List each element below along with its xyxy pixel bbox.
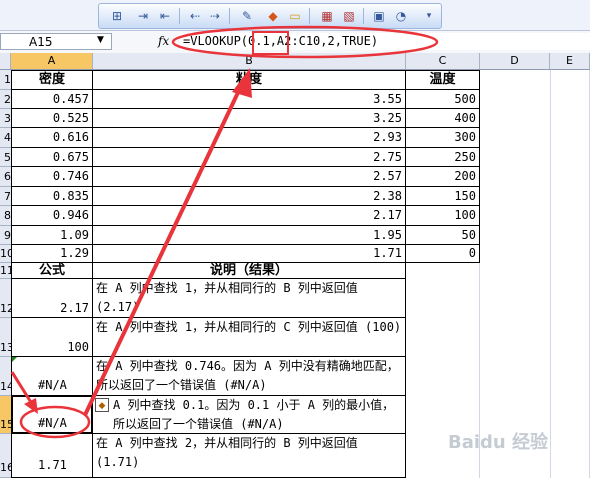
trace-dependents-icon[interactable]: ⇢ [207,8,223,24]
indent-decrease-icon[interactable]: ⇤ [157,8,173,24]
table-row-viscosity[interactable]: 2.57 [92,166,406,187]
column-header-a[interactable]: A [11,53,93,69]
row-header[interactable]: 8 [0,206,11,226]
new-comment-icon[interactable]: ▭ [287,8,303,24]
table-row-temperature[interactable]: 500 [405,89,480,109]
table-row-temperature[interactable]: 100 [405,205,480,226]
table-row-viscosity[interactable]: 1.71 [92,244,406,263]
table-row-viscosity[interactable]: 2.93 [92,127,406,148]
row-header[interactable]: 7 [0,187,11,206]
toolbar-separator [229,8,230,24]
formatting-toolbar: ⊞ ⇥ ⇤ ⇠ ⇢ ✎ ◆ ▭ ▦ ▧ ▣ ◔ ▾ [98,3,442,29]
header-viscosity[interactable]: 粘度 [92,70,406,90]
toolbar-separator [309,8,310,24]
column-header-d[interactable]: D [480,53,550,69]
table-row-viscosity[interactable]: 1.95 [92,225,406,245]
table-row-temperature[interactable]: 200 [405,166,480,187]
row-header[interactable]: 9 [0,226,11,245]
table-row-temperature[interactable]: 0 [405,244,480,263]
example-result[interactable]: 100 [11,317,93,357]
circle-invalid-icon[interactable]: ▦ [319,8,335,24]
insert-function-icon[interactable]: fx [158,34,169,48]
clear-circles-icon[interactable]: ▧ [341,8,357,24]
example-description[interactable]: 在 A 列中查找 0.746。因为 A 列中没有精确地匹配，所以返回了一个错误值… [92,356,406,396]
error-smart-tag-icon[interactable]: ◆ [95,398,109,412]
row-header[interactable]: 11 [0,263,11,279]
table-row-viscosity[interactable]: 2.75 [92,147,406,167]
table-row-density[interactable]: 0.746 [11,166,93,187]
example-result[interactable]: #N/A [11,356,93,396]
worksheet-grid[interactable]: 12345678910111213141516密度粘度温度0.4573.5550… [0,70,590,478]
gridline [550,70,551,478]
row-header[interactable]: 13 [0,318,11,357]
toolbar-options-icon[interactable]: ▾ [421,8,437,24]
row-header[interactable]: 2 [0,90,11,109]
header-formula[interactable]: 公式 [11,262,93,279]
table-row-viscosity[interactable]: 3.25 [92,108,406,128]
row-header[interactable]: 12 [0,279,11,318]
table-row-density[interactable]: 0.525 [11,108,93,128]
column-header-b[interactable]: B [93,53,406,69]
insert-row-icon[interactable]: ⊞ [109,8,125,24]
error-indicator-icon [12,357,17,362]
formula-bar: A15 ▼ fx =VLOOKUP(0.1,A2:C10,2,TRUE) [0,30,590,54]
row-header[interactable]: 3 [0,109,11,128]
table-row-temperature[interactable]: 250 [405,147,480,167]
toolbar: ⊞ ⇥ ⇤ ⇠ ⇢ ✎ ◆ ▭ ▦ ▧ ▣ ◔ ▾ [0,0,590,30]
name-box[interactable]: A15 [0,33,112,50]
table-row-viscosity[interactable]: 2.38 [92,186,406,206]
trace-error-icon[interactable]: ◆ [265,8,281,24]
table-row-viscosity[interactable]: 2.17 [92,205,406,226]
toolbar-separator [179,8,180,24]
header-description[interactable]: 说明（结果） [92,262,406,279]
indent-increase-icon[interactable]: ⇥ [135,8,151,24]
column-headers: A B C D E [0,53,590,70]
table-row-temperature[interactable]: 400 [405,108,480,128]
row-header[interactable]: 15 [0,396,11,434]
example-result[interactable]: 1.71 [11,433,93,478]
remove-arrows-icon[interactable]: ✎ [239,8,255,24]
watch-window-icon[interactable]: ▣ [371,8,387,24]
row-header[interactable]: 5 [0,148,11,167]
row-header[interactable]: 10 [0,245,11,263]
formula-input[interactable]: =VLOOKUP(0.1,A2:C10,2,TRUE) [180,33,590,50]
column-header-c[interactable]: C [406,53,480,69]
header-density[interactable]: 密度 [11,70,93,90]
row-header[interactable]: 14 [0,357,11,396]
example-result[interactable]: 2.17 [11,278,93,318]
table-row-temperature[interactable]: 50 [405,225,480,245]
table-row-density[interactable]: 0.616 [11,127,93,148]
trace-precedents-icon[interactable]: ⇠ [187,8,203,24]
example-description[interactable]: 在 A 列中查找 1，并从相同行的 B 列中返回值 (2.17) [92,278,406,318]
table-row-density[interactable]: 1.29 [11,244,93,263]
table-row-temperature[interactable]: 150 [405,186,480,206]
table-row-density[interactable]: 0.457 [11,89,93,109]
table-row-viscosity[interactable]: 3.55 [92,89,406,109]
example-description[interactable]: A 列中查找 0.1。因为 0.1 小于 A 列的最小值，所以返回了一个错误值 … [92,395,406,434]
table-row-temperature[interactable]: 300 [405,127,480,148]
table-row-density[interactable]: 0.946 [11,205,93,226]
example-result[interactable]: #N/A [11,395,93,434]
evaluate-formula-icon[interactable]: ◔ [393,8,409,24]
select-all-corner[interactable] [0,53,11,69]
table-row-density[interactable]: 0.675 [11,147,93,167]
column-header-e[interactable]: E [550,53,590,69]
table-row-density[interactable]: 0.835 [11,186,93,206]
row-header[interactable]: 16 [0,434,11,478]
example-description[interactable]: 在 A 列中查找 1，并从相同行的 C 列中返回值 (100) [92,317,406,357]
watermark: Baidu 经验 [448,432,549,453]
row-header[interactable]: 1 [0,70,11,90]
row-header[interactable]: 4 [0,128,11,148]
header-temperature[interactable]: 温度 [405,70,480,90]
toolbar-separator [363,8,364,24]
row-header[interactable]: 6 [0,167,11,187]
example-description[interactable]: 在 A 列中查找 2，并从相同行的 B 列中返回值 (1.71) [92,433,406,478]
table-row-density[interactable]: 1.09 [11,225,93,245]
chevron-down-icon[interactable]: ▼ [97,35,104,45]
